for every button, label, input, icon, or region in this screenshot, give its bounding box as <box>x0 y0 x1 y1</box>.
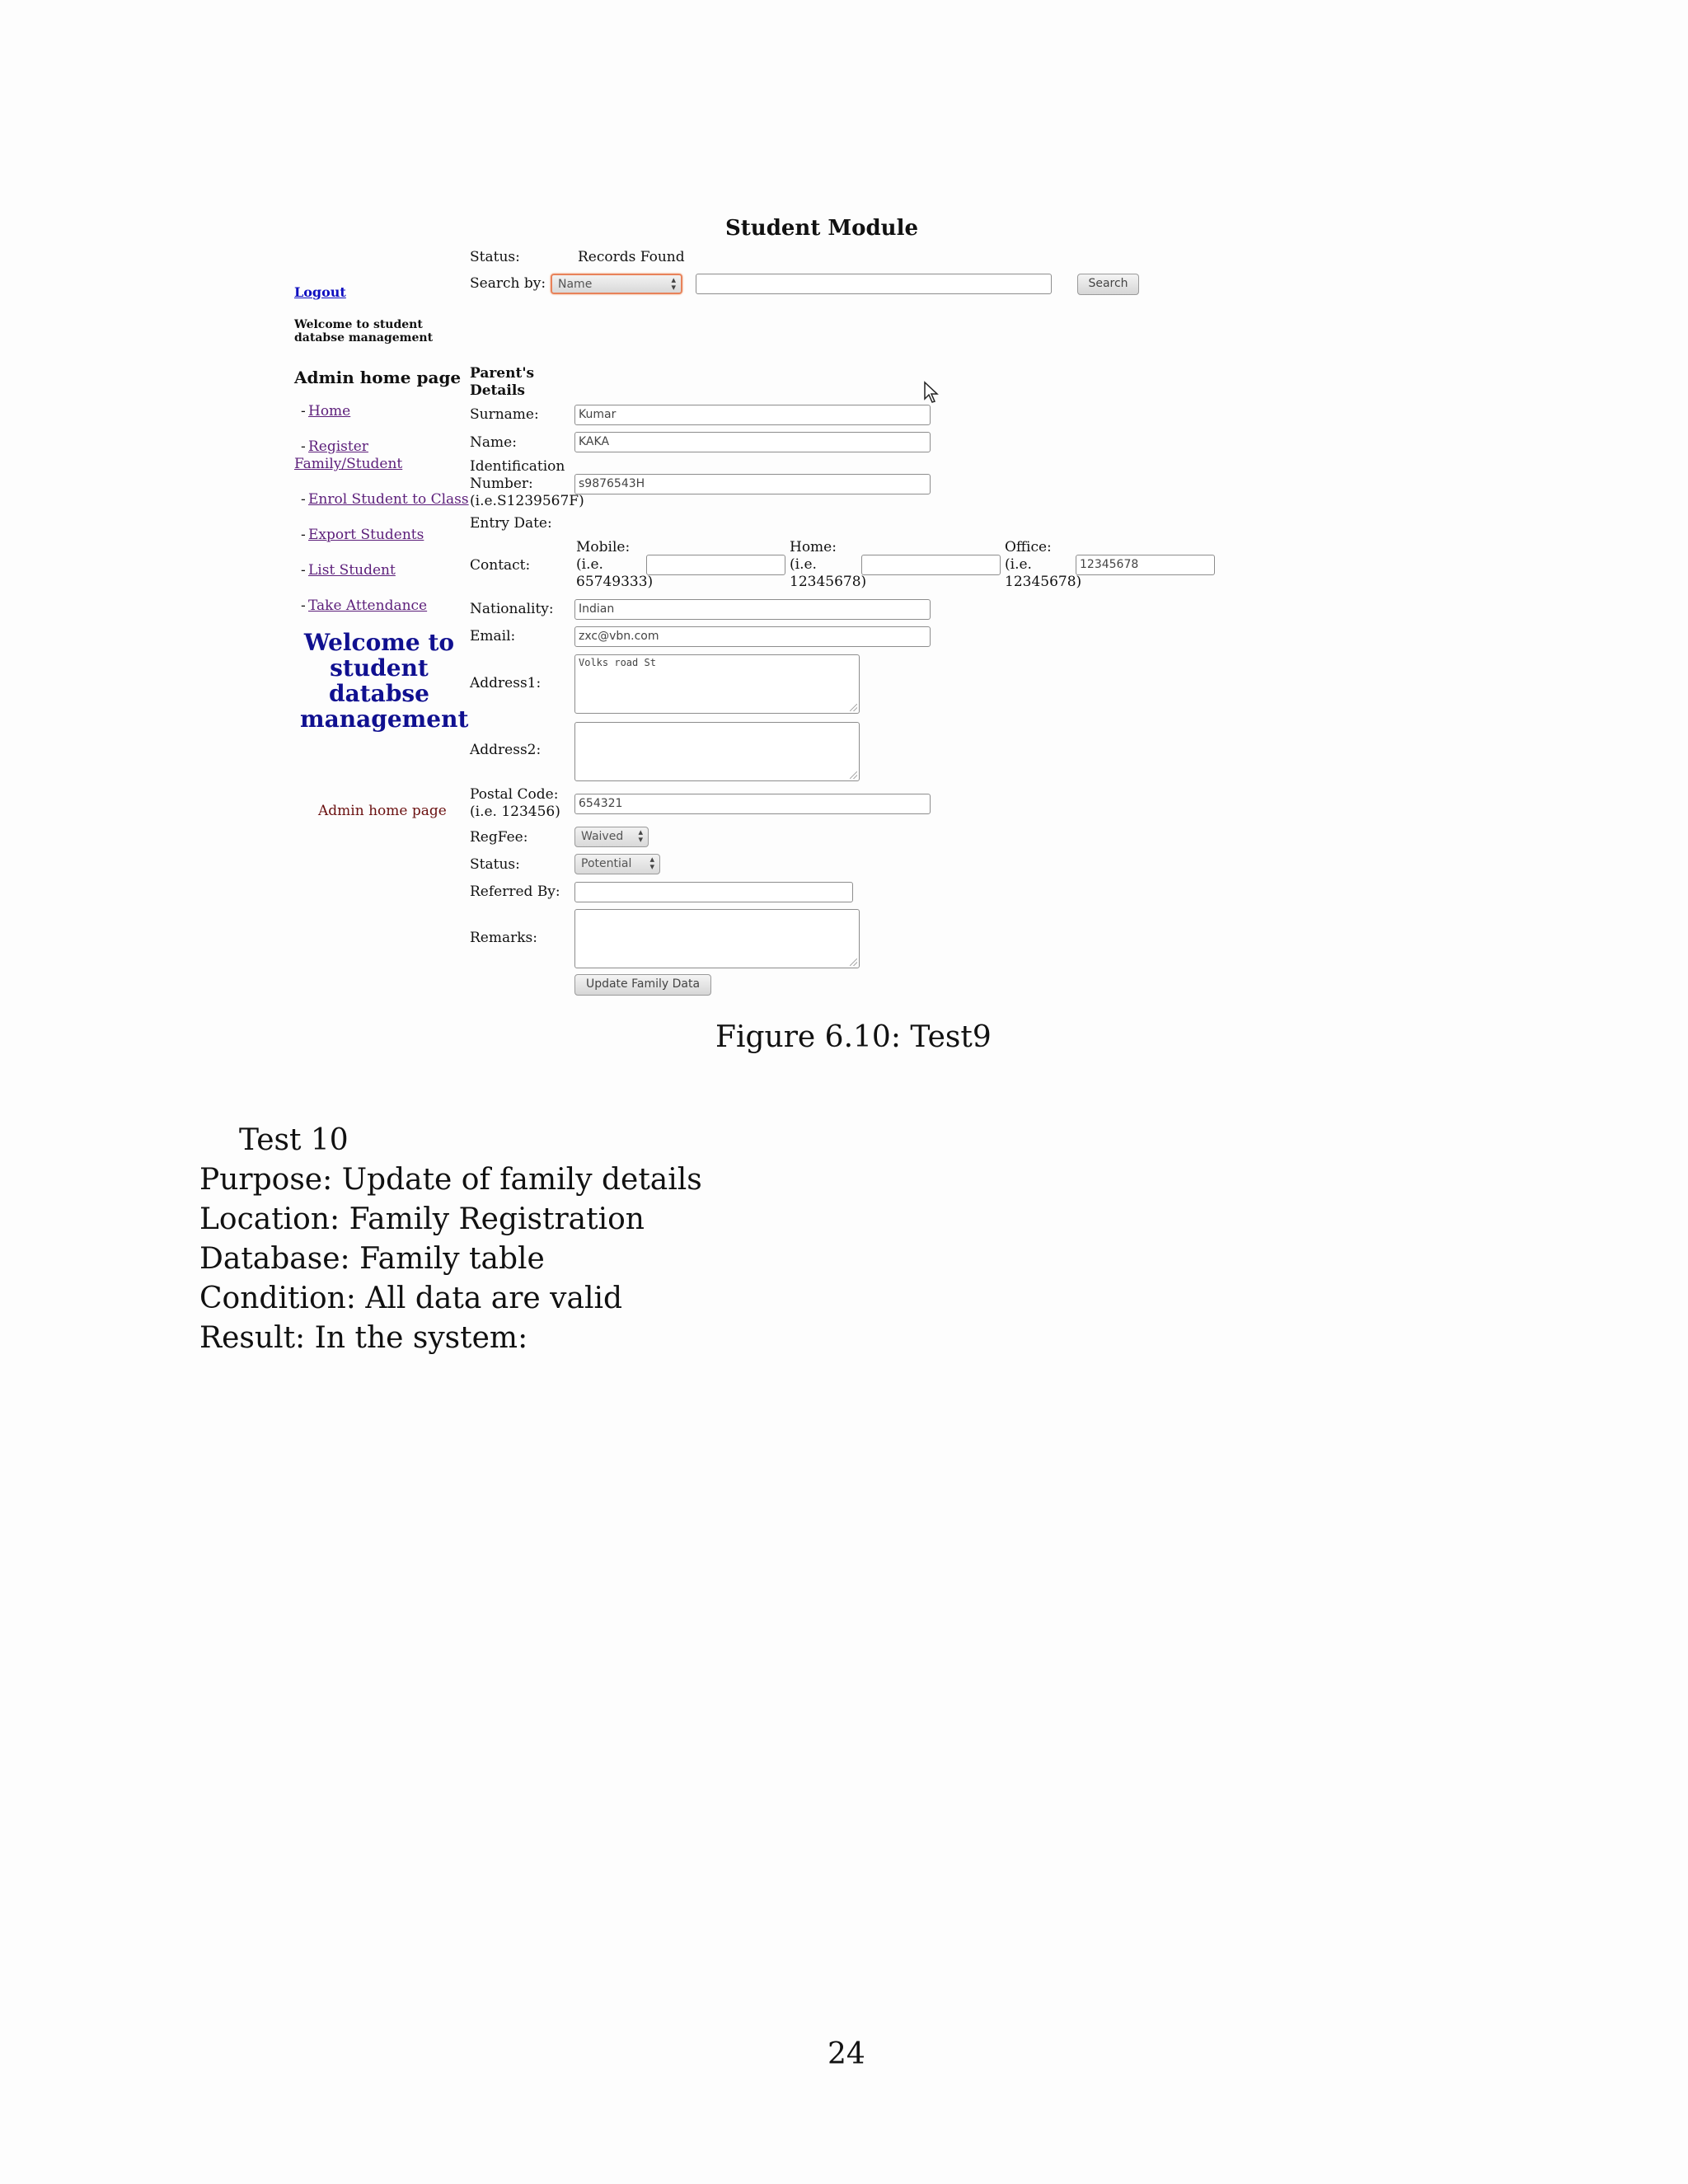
office-label-line1: Office: <box>1005 539 1052 555</box>
condition-line: Condition: All data are valid <box>199 1282 623 1315</box>
nav-item-take-attendance[interactable]: Take Attendance <box>308 598 427 615</box>
nav-item-enrol[interactable]: Enrol Student to Class <box>308 491 469 509</box>
nav-item-register[interactable]: Register Family/Student <box>294 438 418 473</box>
entry-date-label: Entry Date: <box>470 515 552 532</box>
resize-grip-icon[interactable] <box>850 704 857 711</box>
resize-grip-icon[interactable] <box>850 771 857 779</box>
nav-item-export[interactable]: Export Students <box>308 527 424 544</box>
home-label-line2: (i.e. <box>790 556 817 573</box>
office-label-line2: (i.e. <box>1005 556 1032 573</box>
address1-textarea[interactable]: Volks road St <box>574 654 860 714</box>
postal-label-line1: Postal Code: <box>470 786 559 803</box>
search-input[interactable] <box>696 274 1052 294</box>
mouse-pointer-icon <box>924 381 939 403</box>
postal-code-field[interactable]: 654321 <box>574 794 931 814</box>
module-title: Student Module <box>725 216 918 241</box>
mobile-label-line3: 65749333) <box>576 574 654 590</box>
remarks-textarea[interactable] <box>574 909 860 968</box>
page-number: 24 <box>828 2037 865 2071</box>
nav-dash: - <box>301 527 306 543</box>
nav-dash: - <box>301 491 306 508</box>
status-form-label: Status: <box>470 856 520 873</box>
status-value: Records Found <box>578 249 685 265</box>
status-select-value: Potential <box>581 857 632 870</box>
welcome-small-text: Welcome to student databse management <box>294 318 434 344</box>
database-line: Database: Family table <box>199 1242 545 1276</box>
mobile-label-line2: (i.e. <box>576 556 603 573</box>
home-phone-field[interactable] <box>861 555 1001 575</box>
admin-home-heading: Admin home page <box>294 368 462 387</box>
referred-by-label: Referred By: <box>470 883 560 900</box>
office-label-line3: 12345678) <box>1005 574 1082 590</box>
select-arrows-icon: ▴ ▾ <box>671 274 676 293</box>
select-arrows-icon: ▴ ▾ <box>638 827 643 845</box>
surname-field[interactable]: Kumar <box>574 405 931 425</box>
nav-dash: - <box>301 403 306 419</box>
mobile-label-line1: Mobile: <box>576 539 631 555</box>
figure-caption: Figure 6.10: Test9 <box>715 1020 992 1054</box>
test-heading: Test 10 <box>239 1123 349 1157</box>
email-label: Email: <box>470 628 516 644</box>
regfee-select[interactable]: Waived ▴ ▾ <box>574 827 649 847</box>
remarks-label: Remarks: <box>470 930 537 946</box>
address2-textarea[interactable] <box>574 722 860 781</box>
mobile-field[interactable] <box>646 555 785 575</box>
address1-label: Address1: <box>470 675 542 691</box>
regfee-label: RegFee: <box>470 829 528 846</box>
referred-by-field[interactable] <box>574 882 853 902</box>
id-label-line2: Number: <box>470 476 533 492</box>
office-phone-field[interactable]: 12345678 <box>1076 555 1215 575</box>
nationality-field[interactable]: Indian <box>574 599 931 620</box>
purpose-line: Purpose: Update of family details <box>199 1163 702 1197</box>
resize-grip-icon[interactable] <box>850 958 857 966</box>
id-label-line1: Identification <box>470 458 565 475</box>
id-label-line3: (i.e.S1239567F) <box>470 493 584 509</box>
home-label-line3: 12345678) <box>790 574 867 590</box>
nav-item-list-student[interactable]: List Student <box>308 562 396 579</box>
search-by-select[interactable]: Name ▴ ▾ <box>551 274 682 294</box>
parents-details-heading: Parent's Details <box>470 365 535 399</box>
nav-dash: - <box>301 562 306 579</box>
status-label: Status: <box>470 249 520 265</box>
address2-label: Address2: <box>470 742 542 758</box>
search-by-value: Name <box>558 278 593 291</box>
nav-item-home[interactable]: Home <box>308 403 350 420</box>
location-line: Location: Family Registration <box>199 1202 645 1236</box>
nationality-label: Nationality: <box>470 601 554 617</box>
address1-text: Volks road St <box>579 657 656 668</box>
search-by-label: Search by: <box>470 275 546 292</box>
name-label: Name: <box>470 434 517 451</box>
regfee-value: Waived <box>581 830 624 843</box>
contact-label: Contact: <box>470 557 531 574</box>
surname-label: Surname: <box>470 406 539 423</box>
postal-label-line2: (i.e. 123456) <box>470 804 560 820</box>
admin-home-footer-text: Admin home page <box>318 803 447 819</box>
home-label-line1: Home: <box>790 539 837 555</box>
search-button[interactable]: Search <box>1077 274 1139 295</box>
update-family-data-button[interactable]: Update Family Data <box>574 974 711 996</box>
nav-dash: - <box>301 598 306 614</box>
status-select[interactable]: Potential ▴ ▾ <box>574 854 660 874</box>
select-arrows-icon: ▴ ▾ <box>649 854 654 872</box>
identification-field[interactable]: s9876543H <box>574 474 931 494</box>
welcome-banner: Welcome to student databse management <box>300 629 469 733</box>
name-field[interactable]: KAKA <box>574 432 931 452</box>
logout-link[interactable]: Logout <box>294 284 346 301</box>
email-field[interactable]: zxc@vbn.com <box>574 626 931 647</box>
result-line: Result: In the system: <box>199 1321 528 1355</box>
